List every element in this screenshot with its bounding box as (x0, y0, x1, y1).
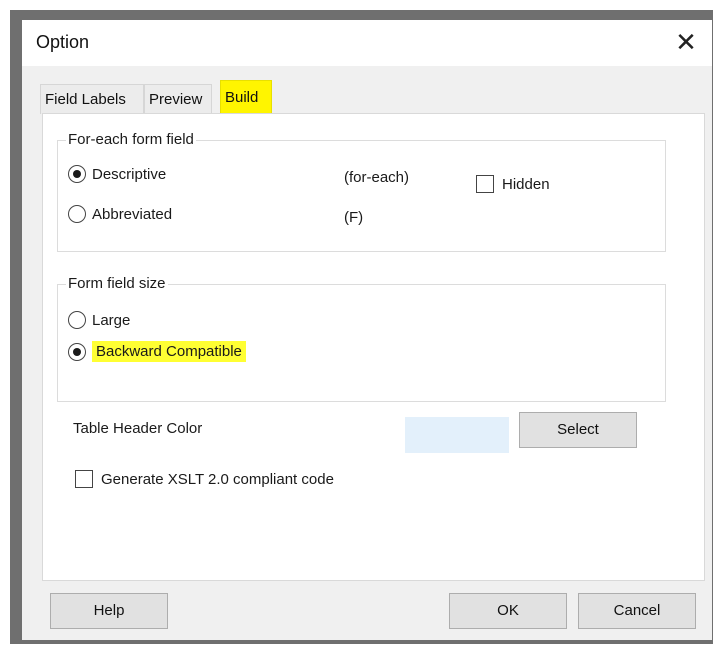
descriptive-label: Descriptive (92, 165, 167, 183)
descriptive-note: (for-each) (344, 169, 410, 186)
tab-field-labels[interactable]: Field Labels (40, 84, 144, 114)
dialog-title: Option (36, 32, 90, 52)
foreach-group: For-each form field Descriptive (for-eac… (57, 131, 666, 252)
xslt-label: Generate XSLT 2.0 compliant code (101, 470, 334, 488)
hidden-checkbox[interactable] (476, 175, 494, 193)
descriptive-option[interactable]: Descriptive (68, 165, 166, 183)
option-dialog: Option ✕ Field Labels Preview Build For-… (22, 20, 712, 640)
large-radio[interactable] (68, 311, 86, 329)
abbreviated-radio[interactable] (68, 205, 86, 223)
large-option[interactable]: Large (68, 311, 130, 329)
abbreviated-option[interactable]: Abbreviated (68, 205, 172, 223)
build-panel: For-each form field Descriptive (for-eac… (42, 113, 705, 581)
ok-button[interactable]: OK (449, 593, 567, 629)
size-group-label: Form field size (66, 275, 168, 292)
table-header-color-swatch (405, 417, 509, 453)
abbreviated-label: Abbreviated (92, 205, 173, 223)
abbreviated-note: (F) (344, 209, 364, 226)
foreach-group-label: For-each form field (66, 131, 196, 148)
hidden-label: Hidden (502, 175, 550, 193)
size-group: Form field size Large Backward Compatibl… (57, 275, 666, 402)
help-button[interactable]: Help (50, 593, 168, 629)
large-label: Large (92, 311, 131, 329)
descriptive-radio[interactable] (68, 165, 86, 183)
title-bar: Option ✕ (22, 20, 712, 66)
select-color-button[interactable]: Select (519, 412, 637, 448)
backward-compatible-radio[interactable] (68, 342, 86, 361)
tab-build[interactable]: Build (220, 80, 272, 114)
xslt-checkbox[interactable] (75, 470, 93, 488)
tab-preview[interactable]: Preview (144, 84, 212, 114)
backward-compatible-label: Backward Compatible (92, 341, 246, 362)
cancel-button[interactable]: Cancel (578, 593, 696, 629)
hidden-option[interactable]: Hidden (476, 175, 550, 193)
backward-compatible-option[interactable]: Backward Compatible (68, 341, 246, 362)
table-header-color-label: Table Header Color (73, 420, 203, 437)
xslt-option[interactable]: Generate XSLT 2.0 compliant code (75, 470, 334, 488)
close-icon[interactable]: ✕ (670, 26, 702, 58)
